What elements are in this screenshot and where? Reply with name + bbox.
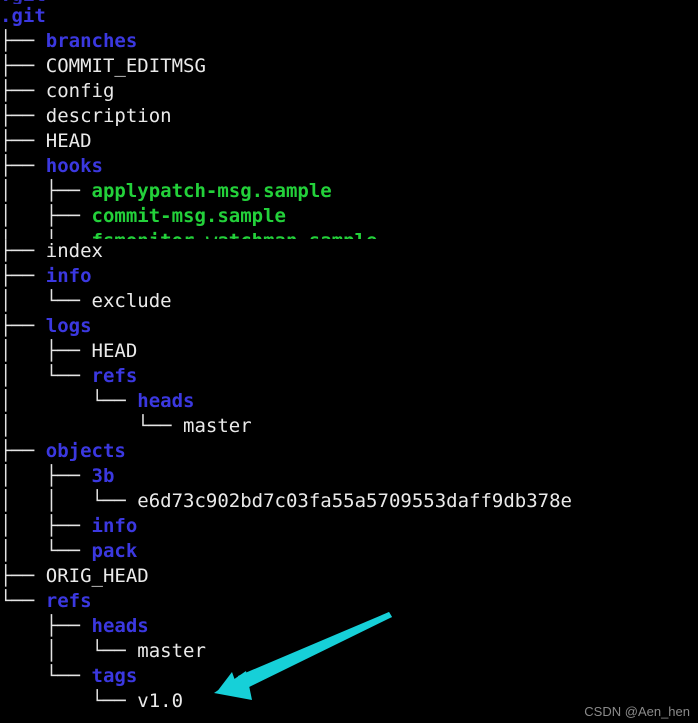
tree-file-name: description <box>45 105 172 127</box>
tree-row: ├── logs <box>0 314 698 339</box>
tree-branch-glyph: │ ├── <box>0 180 92 202</box>
tree-branch-glyph: ├── <box>0 565 46 587</box>
tree-row: ├── objects <box>0 439 698 464</box>
tree-row: └── tags <box>0 664 698 689</box>
tree-branch-glyph: └── <box>0 665 92 687</box>
tree-branch-glyph: │ └── <box>0 365 92 387</box>
csdn-watermark: CSDN @Aen_hen <box>584 704 690 719</box>
tree-directory-name: pack <box>91 540 138 562</box>
tree-file-name: COMMIT_EDITMSG <box>45 55 206 77</box>
tree-row: ├── index <box>0 239 698 264</box>
tree-branch-glyph: ├── <box>0 155 46 177</box>
tree-branch-glyph: ├── <box>0 30 46 52</box>
tree-row: ├── hooks <box>0 154 698 179</box>
tree-file-name: e6d73c902bd7c03fa55a5709553daff9db378e <box>137 490 572 512</box>
tree-executable-name: commit-msg.sample <box>91 205 286 227</box>
tree-branch-glyph: │ │ └── <box>0 490 138 512</box>
tree-row: │ └── master <box>0 414 698 439</box>
tree-row: │ │ └── e6d73c902bd7c03fa55a5709553daff9… <box>0 489 698 514</box>
tree-directory-name: logs <box>45 315 92 337</box>
tree-file-name: index <box>45 240 103 262</box>
tree-directory-name: info <box>91 515 138 537</box>
tree-file-name: ORIG_HEAD <box>45 565 149 587</box>
tree-branch-glyph: │ └── <box>0 540 92 562</box>
tree-directory-name: refs <box>91 365 138 387</box>
git-directory-tree: .git ├── branches ├── COMMIT_EDITMSG ├── c… <box>0 4 698 714</box>
tree-row: └── refs <box>0 589 698 614</box>
tree-branch-glyph: │ └── <box>0 390 138 412</box>
tree-row: │ ├── 3b <box>0 464 698 489</box>
tree-branch-glyph: ├── <box>0 615 92 637</box>
tree-file-name: master <box>137 640 206 662</box>
tree-executable-name: fsmonitor-watchman.sample <box>92 230 378 239</box>
tree-branch-glyph: └── <box>0 590 46 612</box>
tree-branch-glyph: │ ├── <box>0 465 92 487</box>
tree-row: │ ├── HEAD <box>0 339 698 364</box>
tree-row: │ └── master <box>0 639 698 664</box>
tree-directory-name: tags <box>91 665 138 687</box>
tree-row: ├── ORIG_HEAD <box>0 564 698 589</box>
tree-branch-glyph: ├── <box>0 130 46 152</box>
terminal-window: .git .git ├── branches├── COMMIT_EDITMSG… <box>0 0 698 723</box>
tree-row: ├── config <box>0 79 698 104</box>
tree-file-name: v1.0 <box>137 690 184 712</box>
tree-branch-glyph: ├── <box>0 265 46 287</box>
tree-row: │ └── pack <box>0 539 698 564</box>
tree-row: │ ├── applypatch-msg.sample <box>0 179 698 204</box>
tree-branch-glyph: ├── <box>0 105 46 127</box>
tree-directory-name: hooks <box>45 155 103 177</box>
tree-branch-glyph: │ ├── <box>0 340 92 362</box>
tree-file-name: HEAD <box>91 340 138 362</box>
tree-row: │ └── exclude <box>0 289 698 314</box>
tree-row: │ ├── info <box>0 514 698 539</box>
tree-directory-name: 3b <box>91 465 115 487</box>
tree-row: ├── heads <box>0 614 698 639</box>
tree-row: ├── COMMIT_EDITMSG <box>0 54 698 79</box>
tree-directory-name: info <box>45 265 92 287</box>
tree-row: ├── branches <box>0 29 698 54</box>
tree-branch-glyph: ├── <box>0 80 46 102</box>
tree-directory-name: branches <box>45 30 138 52</box>
tree-branch-glyph: └── <box>0 690 138 712</box>
tree-file-name: config <box>45 80 115 102</box>
tree-directory-name: heads <box>91 615 149 637</box>
tree-row: │ └── fsmonitor-watchman.sample <box>0 229 698 239</box>
tree-branch-glyph: ├── <box>0 55 46 77</box>
tree-row: │ └── refs <box>0 364 698 389</box>
tree-branch-glyph: │ └── <box>0 290 92 312</box>
tree-directory-name: heads <box>137 390 195 412</box>
tree-root-label: .git <box>0 5 46 27</box>
tree-directory-name: refs <box>45 590 92 612</box>
tree-branch-glyph: ├── <box>0 440 46 462</box>
tree-branch-glyph: │ └── <box>0 415 184 437</box>
tree-branch-glyph: ├── <box>0 240 46 262</box>
tree-branch-glyph: │ ├── <box>0 515 92 537</box>
tree-row: │ └── heads <box>0 389 698 414</box>
tree-root-row: .git <box>0 4 698 29</box>
tree-file-name: master <box>183 415 252 437</box>
tree-branch-glyph: │ ├── <box>0 205 92 227</box>
tree-branch-glyph: │ └── <box>0 640 138 662</box>
tree-row: ├── info <box>0 264 698 289</box>
tree-branch-glyph: │ └── <box>0 230 92 239</box>
tree-row: ├── HEAD <box>0 129 698 154</box>
tree-branch-glyph: ├── <box>0 315 46 337</box>
tree-row: │ ├── commit-msg.sample <box>0 204 698 229</box>
tree-file-name: HEAD <box>45 130 92 152</box>
tree-directory-name: objects <box>45 440 126 462</box>
tree-file-name: exclude <box>91 290 172 312</box>
tree-row: ├── description <box>0 104 698 129</box>
tree-executable-name: applypatch-msg.sample <box>91 180 332 202</box>
